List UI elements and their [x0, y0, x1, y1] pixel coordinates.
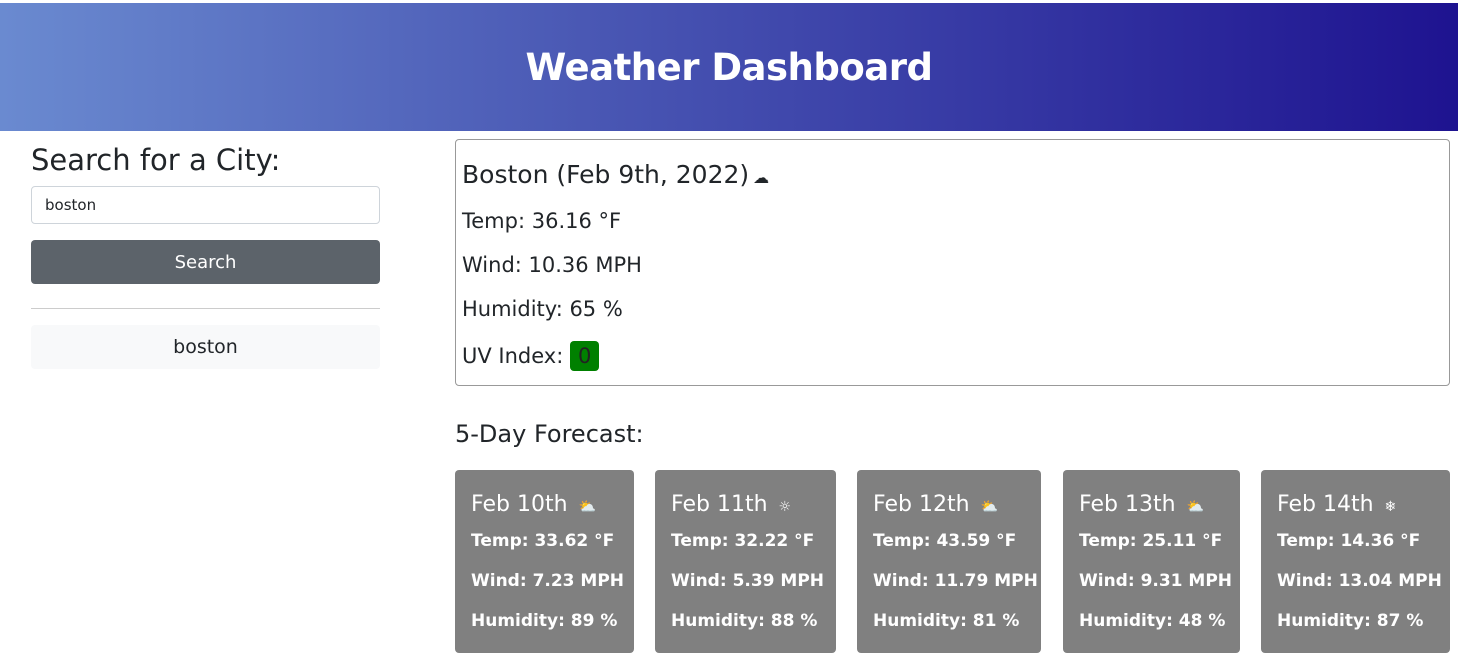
forecast-card: Feb 13th ⛅ Temp: 25.11 °F Wind: 9.31 MPH…: [1063, 470, 1240, 653]
forecast-card: Feb 10th ⛅ Temp: 33.62 °F Wind: 7.23 MPH…: [455, 470, 634, 653]
search-button[interactable]: Search: [31, 240, 380, 284]
forecast-temp: Temp: 14.36 °F: [1277, 531, 1421, 551]
current-humidity: Humidity: 65 %: [462, 297, 623, 321]
divider: [31, 308, 380, 309]
forecast-wind: Wind: 5.39 MPH: [671, 571, 825, 591]
forecast-date: Feb 11th: [671, 492, 768, 517]
forecast-humidity: Humidity: 81 %: [873, 611, 1020, 631]
current-weather-card: Boston (Feb 9th, 2022) ☁ Temp: 36.16 °F W…: [455, 139, 1450, 386]
forecast-humidity: Humidity: 87 %: [1277, 611, 1424, 631]
partly-cloudy-icon: ⛅: [578, 499, 596, 515]
forecast-humidity: Humidity: 88 %: [671, 611, 818, 631]
forecast-temp: Temp: 32.22 °F: [671, 531, 815, 551]
forecast-date: Feb 14th: [1277, 492, 1374, 517]
forecast-card: Feb 11th ☼ Temp: 32.22 °F Wind: 5.39 MPH…: [655, 470, 836, 653]
history-item-boston[interactable]: boston: [31, 325, 380, 369]
forecast-wind: Wind: 11.79 MPH: [873, 571, 1038, 591]
uv-label: UV Index:: [462, 344, 564, 368]
forecast-title: 5-Day Forecast:: [455, 420, 644, 448]
current-wind: Wind: 10.36 MPH: [462, 253, 642, 277]
forecast-wind: Wind: 7.23 MPH: [471, 571, 625, 591]
search-title: Search for a City:: [31, 143, 281, 177]
search-input[interactable]: [31, 186, 380, 224]
current-temp: Temp: 36.16 °F: [462, 209, 622, 233]
snow-icon: ❄: [1384, 499, 1397, 515]
forecast-temp: Temp: 33.62 °F: [471, 531, 615, 551]
forecast-date: Feb 13th: [1079, 492, 1176, 517]
partly-cloudy-icon: ⛅: [1186, 499, 1204, 515]
header: Weather Dashboard: [0, 3, 1458, 131]
forecast-wind: Wind: 9.31 MPH: [1079, 571, 1233, 591]
partly-cloudy-icon: ⛅: [980, 499, 998, 515]
forecast-humidity: Humidity: 48 %: [1079, 611, 1226, 631]
forecast-date: Feb 12th: [873, 492, 970, 517]
forecast-temp: Temp: 25.11 °F: [1079, 531, 1223, 551]
forecast-wind: Wind: 13.04 MPH: [1277, 571, 1442, 591]
forecast-date: Feb 10th: [471, 492, 568, 517]
uv-badge: 0: [570, 341, 600, 371]
forecast-card: Feb 14th ❄ Temp: 14.36 °F Wind: 13.04 MP…: [1261, 470, 1450, 653]
page-title: Weather Dashboard: [525, 45, 933, 89]
forecast-temp: Temp: 43.59 °F: [873, 531, 1017, 551]
current-heading: Boston (Feb 9th, 2022): [462, 160, 750, 189]
sun-icon: ☼: [778, 499, 792, 515]
forecast-card: Feb 12th ⛅ Temp: 43.59 °F Wind: 11.79 MP…: [857, 470, 1041, 653]
partly-cloudy-icon: ☁: [753, 168, 770, 187]
forecast-humidity: Humidity: 89 %: [471, 611, 618, 631]
